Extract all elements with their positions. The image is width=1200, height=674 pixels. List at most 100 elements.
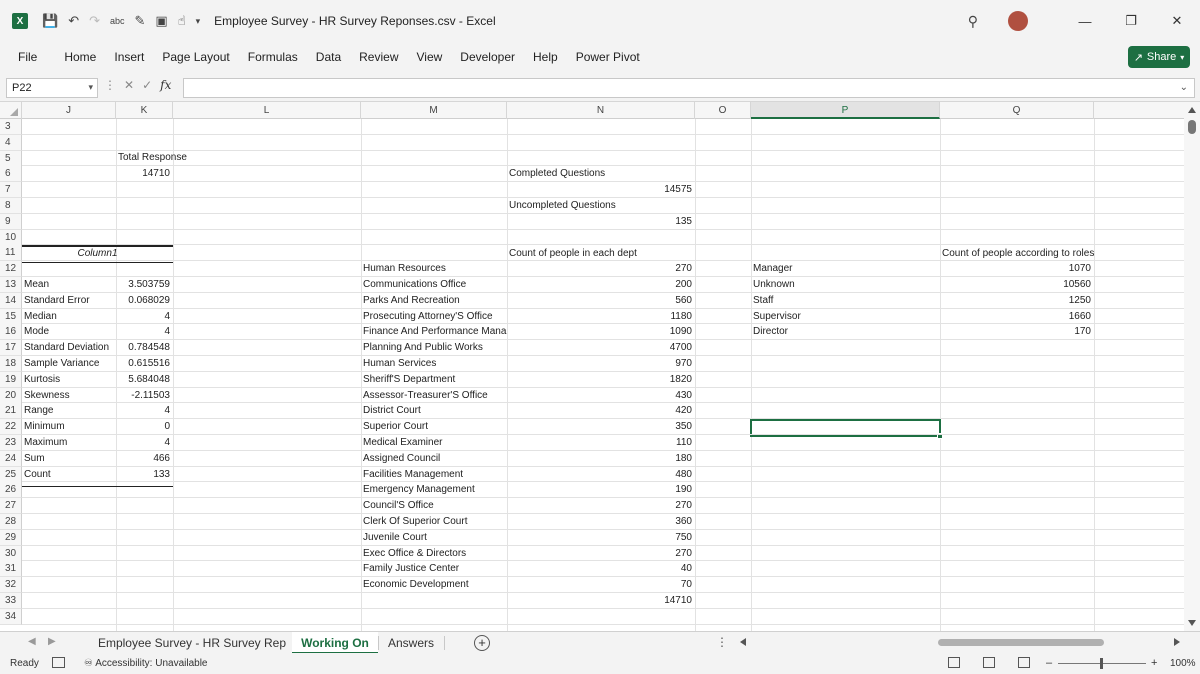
uncompleted-questions-value[interactable]: 135 (507, 214, 695, 230)
dept-count-cell[interactable]: 560 (507, 293, 695, 309)
dept-name-cell[interactable]: Medical Examiner (361, 435, 507, 451)
menu-formulas[interactable]: Formulas (239, 50, 307, 64)
dept-name-cell[interactable]: Superior Court (361, 419, 507, 435)
role-name-cell[interactable]: Manager (751, 261, 940, 277)
stats-value-cell[interactable]: 4 (116, 309, 173, 325)
sheet-tab-working-on[interactable]: Working On (292, 632, 378, 654)
row-header[interactable]: 23 (0, 435, 22, 451)
name-box[interactable]: P22 ▾ (6, 78, 98, 98)
column-header-m[interactable]: M (361, 102, 507, 119)
spelling-icon[interactable]: abc (110, 16, 125, 26)
stats-label-cell[interactable]: Kurtosis (22, 372, 116, 388)
dept-name-cell[interactable]: Finance And Performance Mana (361, 324, 507, 340)
completed-questions-label[interactable]: Completed Questions (507, 166, 695, 182)
enter-icon[interactable]: ✓ (142, 78, 152, 92)
column-header-k[interactable]: K (116, 102, 173, 119)
scroll-up-icon[interactable] (1188, 107, 1196, 113)
restore-icon[interactable]: ❐ (1108, 13, 1154, 29)
row-header[interactable]: 13 (0, 277, 22, 293)
stats-value-cell[interactable]: 4 (116, 435, 173, 451)
role-count-cell[interactable]: 1070 (940, 261, 1094, 277)
dept-count-cell[interactable]: 270 (507, 546, 695, 562)
formula-input[interactable]: ⌄ (183, 78, 1195, 98)
dept-name-cell[interactable]: Emergency Management (361, 482, 507, 498)
worksheet-grid[interactable]: Total Response 14710 Completed Questions… (0, 119, 1184, 631)
dept-count-cell[interactable]: 70 (507, 577, 695, 593)
row-header[interactable]: 25 (0, 467, 22, 483)
row-header[interactable]: 28 (0, 514, 22, 530)
dept-name-cell[interactable]: Family Justice Center (361, 561, 507, 577)
dept-name-cell[interactable]: Prosecuting Attorney'S Office (361, 309, 507, 325)
stats-value-cell[interactable]: 5.684048 (116, 372, 173, 388)
stats-label-cell[interactable]: Mean (22, 277, 116, 293)
row-header[interactable]: 3 (0, 119, 22, 135)
stats-value-cell[interactable]: -2.11503 (116, 388, 173, 404)
stats-label-cell[interactable]: Minimum (22, 419, 116, 435)
sheet-tab-answers[interactable]: Answers (380, 632, 442, 654)
dept-name-cell[interactable]: Parks And Recreation (361, 293, 507, 309)
dept-name-cell[interactable]: Communications Office (361, 277, 507, 293)
row-header[interactable]: 31 (0, 561, 22, 577)
menu-review[interactable]: Review (350, 50, 407, 64)
redo-icon[interactable]: ↷ (89, 13, 100, 29)
dept-count-cell[interactable]: 430 (507, 388, 695, 404)
add-sheet-icon[interactable]: + (474, 635, 490, 651)
row-header[interactable]: 9 (0, 214, 22, 230)
dept-count-cell[interactable]: 200 (507, 277, 695, 293)
zoom-slider-thumb[interactable] (1100, 658, 1103, 669)
column-header-j[interactable]: J (22, 102, 116, 119)
row-header[interactable]: 22 (0, 419, 22, 435)
column-header-o[interactable]: O (695, 102, 751, 119)
dept-count-cell[interactable]: 970 (507, 356, 695, 372)
uncompleted-questions-label[interactable]: Uncompleted Questions (507, 198, 695, 214)
menu-home[interactable]: Home (55, 50, 105, 64)
scroll-down-icon[interactable] (1188, 620, 1196, 626)
stats-value-cell[interactable]: 466 (116, 451, 173, 467)
dept-name-cell[interactable]: Juvenile Court (361, 530, 507, 546)
dept-count-cell[interactable]: 1090 (507, 324, 695, 340)
more-icon[interactable]: ⋮ (716, 635, 728, 649)
dept-total-cell[interactable]: 14710 (507, 593, 695, 609)
row-header[interactable]: 27 (0, 498, 22, 514)
scroll-left-icon[interactable] (740, 638, 746, 646)
dept-name-cell[interactable]: Planning And Public Works (361, 340, 507, 356)
total-response-label[interactable]: Total Response (116, 150, 206, 166)
column-header-q[interactable]: Q (940, 102, 1094, 119)
role-name-cell[interactable]: Supervisor (751, 309, 940, 325)
role-name-cell[interactable]: Unknown (751, 277, 940, 293)
dept-count-cell[interactable]: 750 (507, 530, 695, 546)
dept-count-cell[interactable]: 190 (507, 482, 695, 498)
menu-file[interactable]: File (0, 50, 55, 64)
zoom-in-icon[interactable]: + (1151, 657, 1157, 669)
role-count-cell[interactable]: 10560 (940, 277, 1094, 293)
stats-label-cell[interactable]: Standard Error (22, 293, 116, 309)
stats-label-cell[interactable]: Mode (22, 324, 116, 340)
undo-icon[interactable]: ↶ (68, 13, 79, 29)
role-name-cell[interactable]: Staff (751, 293, 940, 309)
minimize-icon[interactable]: — (1062, 14, 1108, 29)
dept-name-cell[interactable]: Sheriff'S Department (361, 372, 507, 388)
row-header[interactable]: 19 (0, 372, 22, 388)
total-response-value[interactable]: 14710 (116, 166, 173, 182)
menu-data[interactable]: Data (307, 50, 350, 64)
vertical-scrollbar[interactable] (1184, 102, 1200, 631)
row-header[interactable]: 20 (0, 388, 22, 404)
dept-name-cell[interactable]: Human Services (361, 356, 507, 372)
search-icon[interactable]: ⚲ (968, 13, 978, 30)
dept-count-cell[interactable]: 1820 (507, 372, 695, 388)
role-count-cell[interactable]: 1250 (940, 293, 1094, 309)
row-header[interactable]: 5 (0, 151, 22, 167)
prev-sheet-icon[interactable]: ◀ (28, 636, 36, 647)
camera-icon[interactable]: ▣ (155, 13, 167, 29)
stats-label-cell[interactable]: Count (22, 467, 116, 483)
menu-view[interactable]: View (408, 50, 452, 64)
accessibility-status[interactable]: ♾ Accessibility: Unavailable (84, 658, 207, 669)
zoom-out-icon[interactable]: – (1046, 657, 1052, 669)
row-header[interactable]: 21 (0, 403, 22, 419)
expand-formula-icon[interactable]: ⌄ (1180, 82, 1188, 93)
stats-value-cell[interactable]: 0.784548 (116, 340, 173, 356)
stats-value-cell[interactable]: 3.503759 (116, 277, 173, 293)
row-header[interactable]: 10 (0, 230, 22, 246)
stats-value-cell[interactable]: 4 (116, 403, 173, 419)
dept-name-cell[interactable]: Economic Development (361, 577, 507, 593)
